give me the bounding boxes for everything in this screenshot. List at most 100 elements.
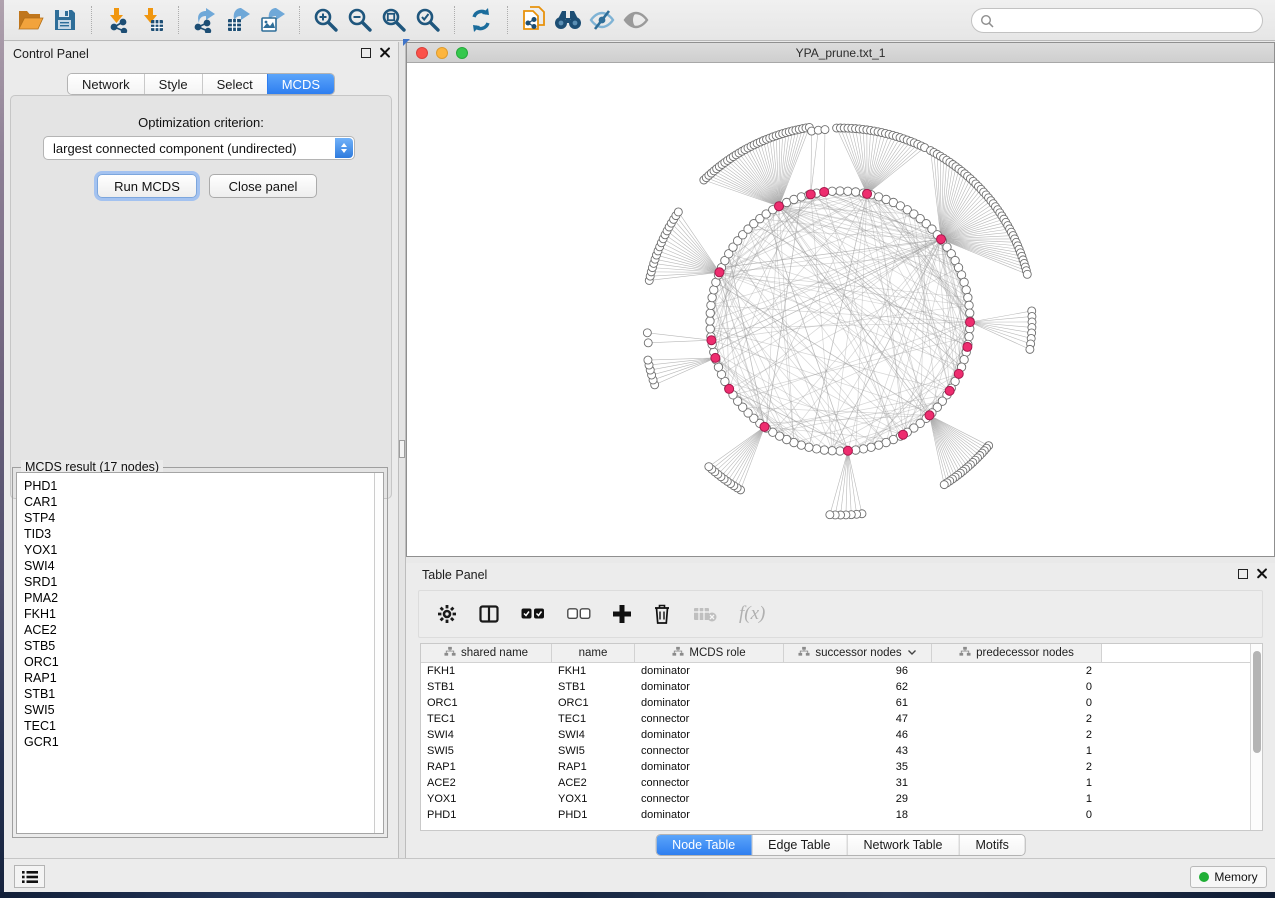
float-panel-icon[interactable]	[361, 48, 371, 58]
cell-successor-nodes: 96	[784, 663, 932, 679]
mcds-result-item[interactable]: STP4	[17, 510, 383, 526]
table-scrollbar[interactable]	[1250, 644, 1262, 830]
mcds-list-scrollbar[interactable]	[374, 473, 383, 833]
hide-graphics-details-icon[interactable]	[585, 5, 619, 35]
memory-label: Memory	[1214, 870, 1257, 884]
mcds-result-item[interactable]: CAR1	[17, 494, 383, 510]
zoom-in-icon[interactable]	[309, 5, 343, 35]
mcds-result-item[interactable]: GCR1	[17, 734, 383, 750]
column-header-name[interactable]: name	[552, 644, 635, 662]
float-panel-icon[interactable]	[1238, 569, 1248, 579]
run-mcds-button[interactable]: Run MCDS	[97, 174, 197, 198]
table-row[interactable]: SWI4SWI4dominator462	[421, 727, 1262, 743]
cell-MCDS-role: dominator	[635, 663, 784, 679]
zoom-out-icon[interactable]	[343, 5, 377, 35]
table-row[interactable]: ACE2ACE2connector311	[421, 775, 1262, 791]
export-table-icon[interactable]	[222, 5, 256, 35]
network-graph[interactable]	[407, 63, 1274, 556]
save-icon[interactable]	[48, 5, 82, 35]
criterion-select[interactable]: largest connected component (undirected)	[43, 136, 355, 160]
memory-button[interactable]: Memory	[1190, 866, 1267, 888]
column-header-successor-nodes[interactable]: successor nodes	[784, 644, 932, 662]
mcds-result-item[interactable]: PHD1	[17, 478, 383, 494]
mcds-result-item[interactable]: ACE2	[17, 622, 383, 638]
deselect-all-icon[interactable]	[567, 608, 591, 620]
attribute-type-icon	[798, 646, 810, 660]
cell-shared-name: ACE2	[421, 775, 552, 791]
attribute-type-icon	[444, 646, 456, 660]
close-panel-icon[interactable]	[379, 47, 390, 58]
tab-network[interactable]: Network	[68, 74, 144, 94]
add-column-icon[interactable]	[613, 605, 631, 623]
share-document-icon[interactable]	[517, 5, 551, 35]
mcds-result-item[interactable]: SRD1	[17, 574, 383, 590]
tab-mcds[interactable]: MCDS	[267, 74, 334, 94]
import-network-icon[interactable]	[101, 5, 135, 35]
mcds-result-item[interactable]: RAP1	[17, 670, 383, 686]
table-row[interactable]: ORC1ORC1dominator610	[421, 695, 1262, 711]
mcds-result-item[interactable]: SWI4	[17, 558, 383, 574]
mcds-result-item[interactable]: TEC1	[17, 718, 383, 734]
table-row[interactable]: SWI5SWI5connector431	[421, 743, 1262, 759]
table-row[interactable]: PHD1PHD1dominator180	[421, 807, 1262, 823]
list-icon	[21, 870, 39, 884]
mcds-result-item[interactable]: PMA2	[17, 590, 383, 606]
show-column-icon[interactable]	[479, 605, 499, 623]
column-label: name	[579, 647, 608, 659]
export-network-icon[interactable]	[188, 5, 222, 35]
refresh-layout-icon[interactable]	[464, 5, 498, 35]
tab-select[interactable]: Select	[202, 74, 267, 94]
close-panel-icon[interactable]	[1256, 568, 1267, 579]
column-header-MCDS-role[interactable]: MCDS role	[635, 644, 784, 662]
mcds-result-item[interactable]: TID3	[17, 526, 383, 542]
network-canvas[interactable]	[407, 63, 1274, 556]
mcds-result-item[interactable]: SWI5	[17, 702, 383, 718]
table-row[interactable]: YOX1YOX1connector291	[421, 791, 1262, 807]
column-header-shared-name[interactable]: shared name	[421, 644, 552, 662]
splitter-handle[interactable]	[399, 440, 405, 458]
show-graphics-details-icon[interactable]	[619, 5, 653, 35]
tab-node-table[interactable]: Node Table	[656, 835, 751, 855]
zoom-fit-icon[interactable]	[377, 5, 411, 35]
column-header-predecessor-nodes[interactable]: predecessor nodes	[932, 644, 1102, 662]
table-scrollbar-thumb[interactable]	[1253, 651, 1261, 753]
mcds-result-item[interactable]: FKH1	[17, 606, 383, 622]
show-panels-button[interactable]	[14, 865, 45, 888]
tab-style[interactable]: Style	[144, 74, 202, 94]
export-image-icon[interactable]	[256, 5, 290, 35]
table-row[interactable]: FKH1FKH1dominator962	[421, 663, 1262, 679]
cell-successor-nodes: 43	[784, 743, 932, 759]
mcds-result-item[interactable]: STB5	[17, 638, 383, 654]
tab-network-table[interactable]: Network Table	[847, 835, 959, 855]
table-row[interactable]: STB1STB1dominator620	[421, 679, 1262, 695]
table-row[interactable]: TEC1TEC1connector472	[421, 711, 1262, 727]
search-input[interactable]	[994, 11, 1262, 31]
import-table-icon[interactable]	[135, 5, 169, 35]
cell-shared-name: FKH1	[421, 663, 552, 679]
toolbar-separator	[299, 6, 300, 34]
attribute-type-icon	[672, 646, 684, 660]
cell-predecessor-nodes: 2	[932, 663, 1102, 679]
tab-motifs[interactable]: Motifs	[958, 835, 1024, 855]
cell-successor-nodes: 29	[784, 791, 932, 807]
tab-edge-table[interactable]: Edge Table	[751, 835, 846, 855]
zoom-selected-icon[interactable]	[411, 5, 445, 35]
select-all-icon[interactable]	[521, 608, 545, 620]
close-panel-button[interactable]: Close panel	[209, 174, 317, 198]
delete-column-icon[interactable]	[653, 604, 671, 624]
mcds-result-item[interactable]: STB1	[17, 686, 383, 702]
table-toolbar: f(x)	[418, 590, 1263, 638]
mcds-result-item[interactable]: YOX1	[17, 542, 383, 558]
table-settings-icon[interactable]	[437, 604, 457, 624]
vertical-splitter[interactable]	[398, 42, 406, 858]
network-window-titlebar[interactable]: YPA_prune.txt_1	[407, 43, 1274, 63]
mcds-result-list[interactable]: PHD1CAR1STP4TID3YOX1SWI4SRD1PMA2FKH1ACE2…	[16, 472, 384, 834]
search-network-icon[interactable]	[551, 5, 585, 35]
open-folder-icon[interactable]	[14, 5, 48, 35]
function-builder-icon: f(x)	[739, 603, 765, 625]
mcds-result-item[interactable]: ORC1	[17, 654, 383, 670]
search-icon	[980, 14, 994, 28]
cytoscape-window: Control Panel NetworkStyleSelectMCDS Opt…	[4, 0, 1275, 892]
table-row[interactable]: RAP1RAP1dominator352	[421, 759, 1262, 775]
table-panel-header: Table Panel	[406, 563, 1275, 587]
